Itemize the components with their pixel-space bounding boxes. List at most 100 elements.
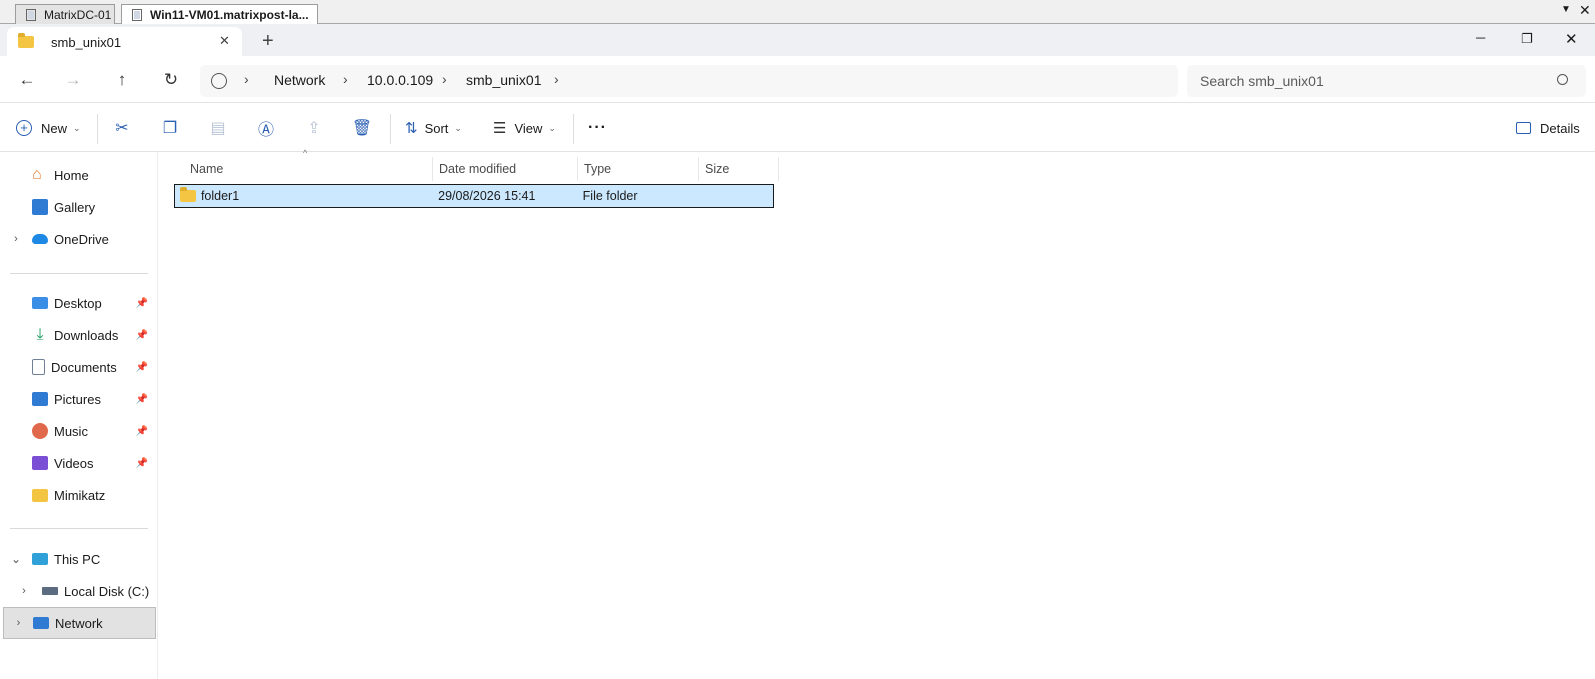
network-globe-icon: [211, 73, 227, 89]
paste-button[interactable]: ▤: [202, 112, 234, 144]
sidebar-item-label: Gallery: [54, 199, 96, 215]
copy-button[interactable]: ❐: [154, 112, 186, 144]
sidebar-item-network[interactable]: › Network: [3, 607, 156, 639]
plus-circle-icon: +: [16, 120, 32, 136]
sidebar-item-label: Videos: [54, 455, 94, 471]
sidebar-item-label: Downloads: [54, 327, 119, 343]
sidebar-item-label: Desktop: [54, 295, 102, 311]
monitor-icon: [132, 9, 142, 21]
sidebar-item-pictures[interactable]: Pictures 📌: [0, 385, 156, 413]
details-pane-button[interactable]: Details: [1516, 112, 1580, 144]
breadcrumb-separator[interactable]: ›: [442, 71, 447, 87]
desktop-icon: [32, 297, 48, 309]
tab-smb-unix01[interactable]: smb_unix01 ✕: [7, 27, 242, 57]
rdp-tab-label: Win11-VM01.matrixpost-la...: [150, 8, 309, 22]
forward-button[interactable]: →: [58, 65, 88, 95]
trash-icon: 🗑: [351, 120, 373, 137]
pin-icon[interactable]: 📌: [136, 330, 148, 341]
chevron-right-icon[interactable]: ›: [0, 233, 32, 245]
back-button[interactable]: ←: [12, 65, 42, 95]
search-input[interactable]: Search smb_unix01: [1200, 73, 1324, 89]
sidebar-item-local-disk[interactable]: › Local Disk (C:): [0, 577, 156, 605]
details-pane-icon: [1516, 122, 1531, 134]
gallery-icon: [32, 199, 48, 215]
up-button[interactable]: ↑: [107, 65, 137, 95]
window-close-button[interactable]: ✕: [1565, 30, 1578, 48]
scissors-icon: ✂: [115, 120, 129, 137]
search-box[interactable]: Search smb_unix01: [1187, 65, 1586, 97]
breadcrumb-separator[interactable]: ›: [343, 71, 348, 87]
chevron-right-icon[interactable]: ›: [4, 617, 33, 629]
view-button[interactable]: ☰ View ⌄: [493, 112, 556, 144]
maximize-button[interactable]: ❐: [1521, 31, 1533, 47]
sidebar-item-music[interactable]: Music 📌: [0, 417, 156, 445]
view-list-icon: ☰: [493, 120, 507, 137]
sidebar-item-label: Music: [54, 423, 88, 439]
document-icon: [32, 359, 45, 375]
toolbar-divider: [390, 114, 391, 144]
rdp-tab-win11[interactable]: Win11-VM01.matrixpost-la...: [121, 4, 318, 25]
address-bar[interactable]: › Network › 10.0.0.109 › smb_unix01 ›: [200, 65, 1178, 97]
download-icon: ⤓: [36, 326, 44, 343]
share-button[interactable]: ⇪: [298, 112, 330, 144]
rdp-close-icon[interactable]: ✕: [1579, 2, 1591, 19]
tab-title: smb_unix01: [51, 34, 122, 50]
share-icon: ⇪: [307, 120, 321, 137]
pin-icon[interactable]: 📌: [136, 298, 148, 309]
rdp-tab-matrixdc[interactable]: MatrixDC-01: [15, 4, 115, 24]
sidebar-item-documents[interactable]: Documents 📌: [0, 353, 156, 381]
breadcrumb-separator[interactable]: ›: [554, 71, 559, 87]
column-header-type[interactable]: Type: [578, 157, 699, 181]
sidebar-item-label: Pictures: [54, 391, 101, 407]
column-header-name[interactable]: Name: [184, 157, 433, 181]
copy-icon: ❐: [162, 120, 178, 137]
column-header-date-modified[interactable]: Date modified: [433, 157, 578, 181]
refresh-button[interactable]: ↻: [156, 65, 186, 95]
cut-button[interactable]: ✂: [106, 112, 138, 144]
sidebar-item-mimikatz[interactable]: Mimikatz: [0, 481, 156, 509]
more-options-button[interactable]: ···: [588, 112, 607, 144]
home-icon: ⌂: [32, 166, 42, 183]
sidebar-item-downloads[interactable]: ⤓ Downloads 📌: [0, 321, 156, 349]
sidebar-item-videos[interactable]: Videos 📌: [0, 449, 156, 477]
rdp-tab-label: MatrixDC-01: [44, 7, 112, 22]
breadcrumb-host[interactable]: 10.0.0.109: [367, 72, 433, 88]
minimize-button[interactable]: ─: [1476, 30, 1485, 45]
sidebar-item-onedrive[interactable]: › OneDrive: [0, 225, 156, 253]
column-header-size[interactable]: Size: [699, 157, 779, 181]
close-tab-icon[interactable]: ✕: [219, 33, 230, 49]
file-row-folder1[interactable]: folder1 29/08/2026 15:41 File folder: [174, 184, 774, 208]
pin-icon[interactable]: 📌: [136, 394, 148, 405]
breadcrumb-separator[interactable]: ›: [244, 71, 249, 87]
chevron-down-icon[interactable]: ⌄: [0, 552, 32, 566]
folder-icon: [18, 33, 34, 48]
network-icon: [33, 617, 49, 629]
pin-icon[interactable]: 📌: [136, 426, 148, 437]
drive-icon: [42, 587, 58, 595]
new-button[interactable]: + New ⌄: [16, 112, 81, 144]
delete-button[interactable]: 🗑: [346, 112, 378, 144]
chevron-down-icon: ⌄: [548, 122, 556, 133]
sidebar-item-gallery[interactable]: Gallery: [0, 193, 156, 221]
chevron-down-icon: ⌄: [73, 122, 81, 133]
file-date-modified: 29/08/2026 15:41: [438, 189, 536, 203]
file-type: File folder: [582, 189, 638, 203]
sidebar-item-desktop[interactable]: Desktop 📌: [0, 289, 156, 317]
pin-icon[interactable]: 📌: [136, 458, 148, 469]
breadcrumb-network[interactable]: Network: [274, 72, 325, 88]
folder-icon: [180, 187, 196, 202]
new-tab-button[interactable]: +: [262, 30, 274, 53]
chevron-down-icon[interactable]: ▼: [1561, 4, 1571, 15]
cloud-icon: [32, 234, 48, 244]
rename-button[interactable]: Ⓐ: [250, 112, 282, 144]
toolbar-divider: [573, 114, 574, 144]
sidebar-item-this-pc[interactable]: ⌄ This PC: [0, 545, 156, 573]
sidebar-divider: [10, 528, 148, 529]
breadcrumb-share[interactable]: smb_unix01: [466, 72, 542, 88]
pictures-icon: [32, 392, 48, 406]
chevron-right-icon[interactable]: ›: [0, 585, 48, 597]
sidebar-item-home[interactable]: ⌂ Home: [0, 161, 156, 189]
sidebar-item-label: Home: [54, 167, 89, 183]
sort-button[interactable]: ⇅ Sort ⌄: [405, 112, 462, 144]
pin-icon[interactable]: 📌: [136, 362, 148, 373]
